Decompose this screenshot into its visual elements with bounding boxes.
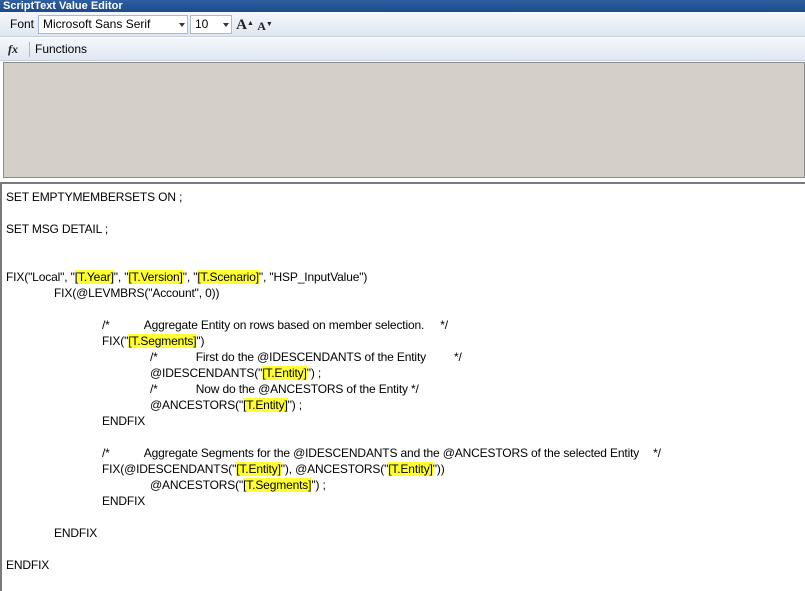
font-label: Font xyxy=(10,17,35,31)
empty-preview-pane xyxy=(3,62,805,178)
token-highlight: [T.Segments] xyxy=(243,478,312,492)
code-line: /* Aggregate Segments for the @IDESCENDAN… xyxy=(102,446,661,460)
chevron-down-icon[interactable] xyxy=(179,23,185,27)
code-line: @IDESCENDANTS("[T.Entity]") ; xyxy=(150,366,322,380)
grow-font-icon: A xyxy=(236,17,247,33)
functions-toolbar: fx Functions xyxy=(0,38,805,61)
grow-font-button[interactable]: A▲ xyxy=(236,16,254,34)
code-line: ENDFIX xyxy=(102,494,146,508)
code-line: SET EMPTYMEMBERSETS ON ; xyxy=(6,190,183,204)
code-line: /* First do the @IDESCENDANTS of the Enti… xyxy=(150,350,462,364)
code-line: FIX(@LEVMBRS("Account", 0)) xyxy=(54,286,220,300)
code-line: ENDFIX xyxy=(54,526,98,540)
token-highlight: [T.Entity] xyxy=(262,366,307,380)
token-highlight: [T.Year] xyxy=(74,270,114,284)
toolbar-separator xyxy=(29,42,30,57)
token-highlight: [T.Version] xyxy=(128,270,183,284)
code-line: /* Aggregate Entity on rows based on memb… xyxy=(102,318,448,332)
code-line: @ANCESTORS("[T.Segments]") ; xyxy=(150,478,326,492)
shrink-font-button[interactable]: A▼ xyxy=(257,17,273,35)
script-editor[interactable]: SET EMPTYMEMBERSETS ON ; SET MSG DETAIL … xyxy=(0,182,805,591)
font-size-value: 10 xyxy=(195,17,209,31)
chevron-down-icon[interactable] xyxy=(223,23,229,27)
code-line: @ANCESTORS("[T.Entity]") ; xyxy=(150,398,302,412)
functions-button[interactable]: Functions xyxy=(35,42,87,57)
code-line: FIX("Local", "[T.Year]", "[T.Version]", … xyxy=(6,270,368,284)
font-size-dropdown[interactable]: 10 xyxy=(190,15,232,34)
window-title: ScriptText Value Editor xyxy=(0,0,805,12)
token-highlight: [T.Entity] xyxy=(236,462,281,476)
shrink-font-icon: A xyxy=(257,19,266,33)
code-line: SET MSG DETAIL ; xyxy=(6,222,109,236)
function-icon[interactable]: fx xyxy=(8,41,24,57)
token-highlight: [T.Scenario] xyxy=(197,270,259,284)
font-toolbar: Font Microsoft Sans Serif 10 A▲ A▼ xyxy=(0,12,805,37)
code-line: FIX(@IDESCENDANTS("[T.Entity]"), @ANCEST… xyxy=(102,462,445,476)
font-name-dropdown[interactable]: Microsoft Sans Serif xyxy=(38,15,188,34)
font-name-value: Microsoft Sans Serif xyxy=(43,17,151,31)
token-highlight: [T.Entity] xyxy=(388,462,433,476)
token-highlight: [T.Entity] xyxy=(243,398,288,412)
code-line: FIX("[T.Segments]") xyxy=(102,334,205,348)
code-line: /* Now do the @ANCESTORS of the Entity */ xyxy=(150,382,419,396)
code-line: ENDFIX xyxy=(102,414,146,428)
code-line: ENDFIX xyxy=(6,558,50,572)
token-highlight: [T.Segments] xyxy=(128,334,197,348)
